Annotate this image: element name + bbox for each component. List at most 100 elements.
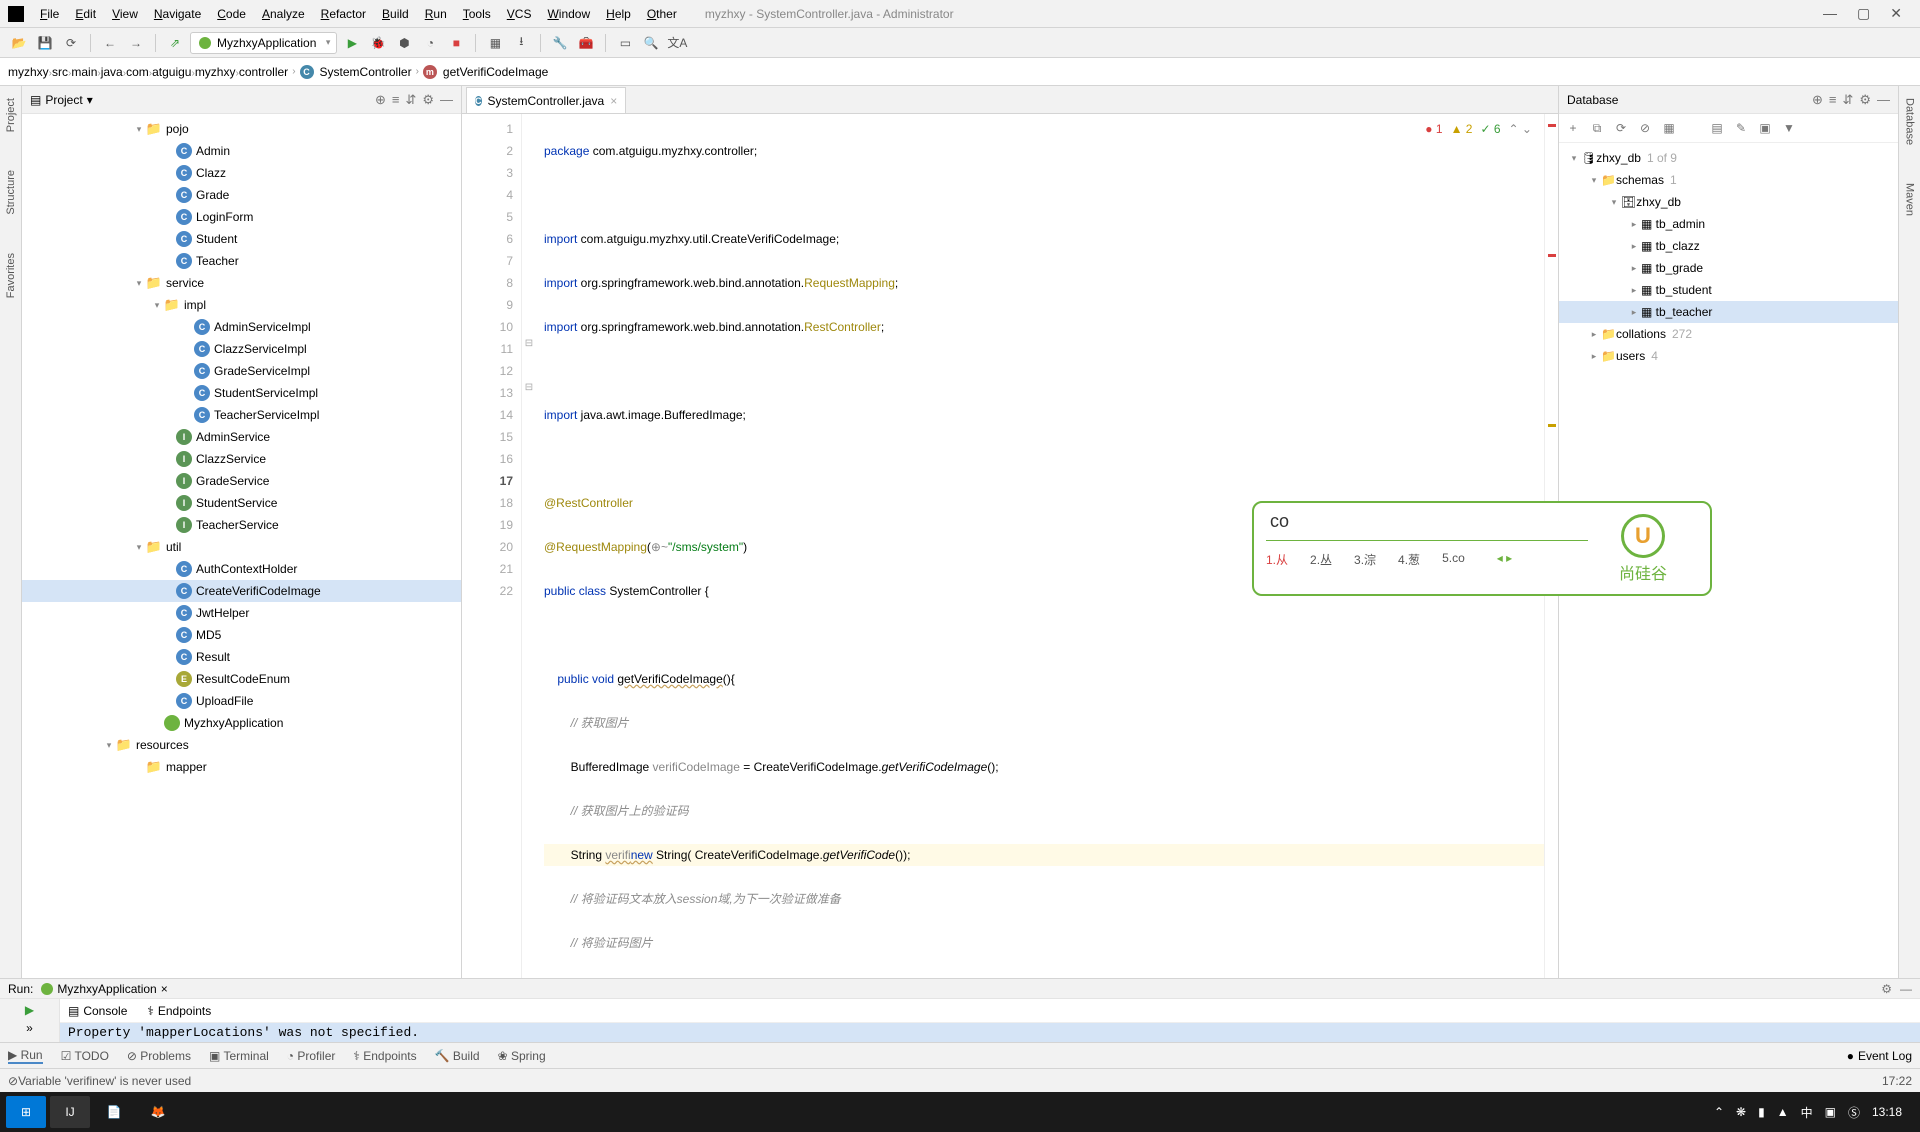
menu-refactor[interactable]: Refactor	[313, 3, 374, 25]
tree-item[interactable]: EResultCodeEnum	[22, 668, 461, 690]
menu-other[interactable]: Other	[639, 3, 685, 25]
fold-column[interactable]: ⊟⊟	[522, 114, 536, 978]
run-icon[interactable]: ▶	[341, 32, 363, 54]
run-hide-icon[interactable]: —	[1900, 982, 1912, 996]
menu-file[interactable]: File	[32, 3, 67, 25]
tv-icon[interactable]: ▭	[614, 32, 636, 54]
ime-input[interactable]: co	[1266, 511, 1588, 541]
sync-icon[interactable]: ⟳	[60, 32, 82, 54]
breadcrumb-item[interactable]: controller	[239, 65, 288, 79]
console-tab[interactable]: ▤ Console	[68, 1004, 127, 1018]
toolbox-icon[interactable]: 🧰	[575, 32, 597, 54]
db-hide-icon[interactable]: —	[1877, 92, 1890, 108]
bottom-tab-terminal[interactable]: ▣ Terminal	[209, 1048, 269, 1064]
tree-item[interactable]: IGradeService	[22, 470, 461, 492]
hide-icon[interactable]: —	[440, 92, 453, 108]
breadcrumb-class[interactable]: SystemController	[320, 65, 412, 79]
menu-code[interactable]: Code	[209, 3, 254, 25]
tray-icon-4[interactable]: ▣	[1825, 1105, 1836, 1119]
ime-candidates[interactable]: 1.从2.丛3.淙4.葱5.co◂ ▸	[1266, 541, 1588, 568]
taskbar-app-1[interactable]: IJ	[50, 1096, 90, 1128]
tree-item[interactable]: IStudentService	[22, 492, 461, 514]
close-button[interactable]: ✕	[1890, 5, 1902, 22]
rerun-icon[interactable]: ▶	[25, 1003, 34, 1017]
tree-item[interactable]: mapper	[22, 756, 461, 778]
breadcrumb-item[interactable]: main	[71, 65, 97, 79]
taskbar-app-2[interactable]: 📄	[94, 1096, 134, 1128]
favorites-tab[interactable]: Favorites	[3, 249, 19, 302]
db-copy-icon[interactable]: ⧉	[1587, 118, 1607, 138]
minimize-button[interactable]: —	[1823, 5, 1837, 22]
bottom-tab-profiler[interactable]: ◔ Profiler	[287, 1048, 336, 1064]
breadcrumb-item[interactable]: atguigu	[152, 65, 191, 79]
breadcrumb-item[interactable]: java	[101, 65, 123, 79]
menu-tools[interactable]: Tools	[455, 3, 499, 25]
ime-candidate[interactable]: 2.丛	[1310, 551, 1332, 568]
settings-icon[interactable]: ⚙	[422, 92, 434, 108]
bottom-tab-problems[interactable]: ⊘ Problems	[127, 1048, 191, 1064]
db-table[interactable]: ▸▦ tb_grade	[1559, 257, 1898, 279]
tree-item[interactable]: ▾impl	[22, 294, 461, 316]
db-table[interactable]: ▸▦ tb_admin	[1559, 213, 1898, 235]
endpoints-tab[interactable]: ⚕ Endpoints	[147, 1004, 211, 1018]
db-stop-icon[interactable]: ⊘	[1635, 118, 1655, 138]
menu-navigate[interactable]: Navigate	[146, 3, 209, 25]
start-button[interactable]: ⊞	[6, 1096, 46, 1128]
tree-item[interactable]: CMD5	[22, 624, 461, 646]
tree-item[interactable]: CClazzServiceImpl	[22, 338, 461, 360]
run-settings-icon[interactable]: ⚙	[1881, 982, 1892, 996]
open-icon[interactable]: 📂	[8, 32, 30, 54]
tree-item[interactable]: CGradeServiceImpl	[22, 360, 461, 382]
breadcrumb-item[interactable]: myzhxy	[8, 65, 49, 79]
taskbar-firefox[interactable]: 🦊	[138, 1096, 178, 1128]
ime-candidate[interactable]: 5.co	[1442, 551, 1465, 568]
ime-popup[interactable]: co 1.从2.丛3.淙4.葱5.co◂ ▸ U 尚硅谷	[1252, 501, 1712, 596]
tree-item[interactable]: CUploadFile	[22, 690, 461, 712]
debug-icon[interactable]: 🐞	[367, 32, 389, 54]
tray-chevron-icon[interactable]: ⌃	[1714, 1105, 1724, 1119]
tree-item[interactable]: CCreateVerifiCodeImage	[22, 580, 461, 602]
tree-item[interactable]: MyzhxyApplication	[22, 712, 461, 734]
close-tab-icon[interactable]: ×	[610, 94, 617, 108]
ime-candidate[interactable]: 4.葱	[1398, 551, 1420, 568]
tree-item[interactable]: ▾pojo	[22, 118, 461, 140]
tray-ime-icon[interactable]: 中	[1801, 1104, 1813, 1121]
maximize-button[interactable]: ▢	[1857, 5, 1870, 22]
tray-icon-2[interactable]: ▮	[1758, 1105, 1765, 1119]
tree-item[interactable]: CStudent	[22, 228, 461, 250]
tray-clock[interactable]: 13:18	[1872, 1105, 1902, 1119]
attach-icon[interactable]: ⭳	[510, 32, 532, 54]
menu-view[interactable]: View	[104, 3, 146, 25]
db-locate-icon[interactable]: ⊕	[1812, 92, 1823, 108]
save-icon[interactable]: 💾	[34, 32, 56, 54]
profile-icon[interactable]: ◔	[419, 32, 441, 54]
inspection-overlay[interactable]: ● 1 ▲ 2 ✓ 6 ⌃ ⌄	[1425, 118, 1532, 140]
wrench-icon[interactable]: 🔧	[549, 32, 571, 54]
tree-item[interactable]: CAdmin	[22, 140, 461, 162]
menu-run[interactable]: Run	[417, 3, 455, 25]
structure-tab[interactable]: Structure	[3, 166, 19, 219]
breadcrumb-item[interactable]: src	[52, 65, 68, 79]
run-config-dropdown[interactable]: MyzhxyApplication	[190, 32, 337, 54]
menu-help[interactable]: Help	[598, 3, 639, 25]
db-table[interactable]: ▸▦ tb_clazz	[1559, 235, 1898, 257]
bottom-tab-spring[interactable]: ❀ Spring	[498, 1048, 546, 1064]
project-tree[interactable]: ▾pojoCAdminCClazzCGradeCLoginFormCStuden…	[22, 114, 461, 978]
search-icon[interactable]: 🔍	[640, 32, 662, 54]
tray-icon-3[interactable]: ▲	[1777, 1105, 1789, 1119]
maven-tab[interactable]: Maven	[1902, 179, 1918, 220]
menu-analyze[interactable]: Analyze	[254, 3, 313, 25]
db-expand-icon[interactable]: ≡	[1829, 92, 1837, 108]
event-log-button[interactable]: ● Event Log	[1847, 1049, 1912, 1063]
expand-icon[interactable]: ≡	[392, 92, 400, 108]
menu-edit[interactable]: Edit	[67, 3, 104, 25]
tree-item[interactable]: CResult	[22, 646, 461, 668]
menu-build[interactable]: Build	[374, 3, 417, 25]
tree-item[interactable]: IClazzService	[22, 448, 461, 470]
console-output[interactable]: Property 'mapperLocations' was not speci…	[60, 1023, 1920, 1042]
run-more-icon[interactable]: »	[26, 1021, 33, 1035]
breadcrumb-item[interactable]: myzhxy	[195, 65, 236, 79]
tree-item[interactable]: CAdminServiceImpl	[22, 316, 461, 338]
tree-item[interactable]: CTeacherServiceImpl	[22, 404, 461, 426]
project-tab[interactable]: Project	[3, 94, 19, 136]
